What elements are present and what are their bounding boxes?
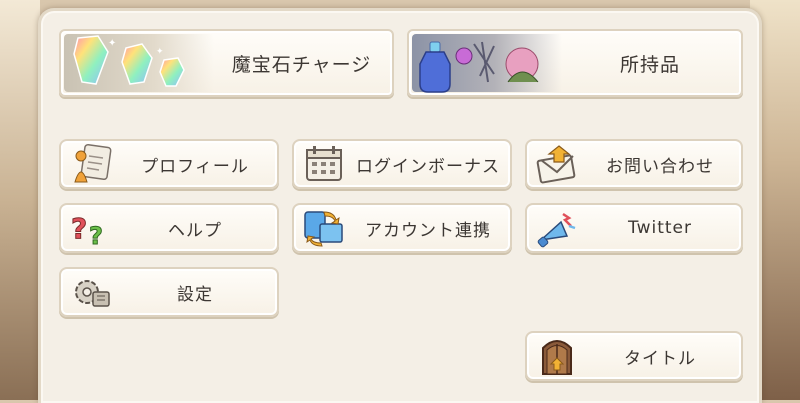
- inventory-button[interactable]: 所持品: [407, 29, 743, 97]
- megaphone-icon: [537, 212, 576, 248]
- twitter-button[interactable]: Twitter: [525, 203, 743, 253]
- inventory-label: 所持品: [619, 53, 680, 76]
- title-label: タイトル: [624, 348, 696, 369]
- contact-button[interactable]: お問い合わせ: [525, 139, 743, 189]
- mail-icon: [536, 145, 576, 184]
- twitter-label: Twitter: [628, 218, 692, 238]
- help-label: ヘルプ: [168, 220, 222, 241]
- svg-text:?: ?: [71, 212, 87, 245]
- question-marks-icon: ? ?: [71, 212, 104, 251]
- login-bonus-label: ログインボーナス: [356, 156, 500, 177]
- background-left: [0, 0, 40, 400]
- account-link-button[interactable]: アカウント連携: [292, 203, 512, 253]
- contact-label: お問い合わせ: [606, 156, 714, 177]
- profile-card-icon: [74, 143, 112, 183]
- settings-label: 設定: [177, 284, 213, 305]
- door-icon: [542, 340, 572, 375]
- login-bonus-button[interactable]: ログインボーナス: [292, 139, 512, 189]
- svg-text:?: ?: [89, 222, 103, 250]
- calendar-icon: [306, 146, 342, 181]
- menu-panel: ✦ ✦ 魔宝石チャージ 所持品 プロフィール ログインボーナス お問い合わせ ?…: [38, 8, 762, 403]
- account-link-icon: [304, 211, 343, 247]
- svg-text:✦: ✦: [156, 47, 164, 57]
- profile-label: プロフィール: [141, 156, 249, 177]
- gem-charge-label: 魔宝石チャージ: [231, 53, 372, 76]
- svg-text:✦: ✦: [108, 38, 116, 49]
- settings-button[interactable]: 設定: [59, 267, 279, 317]
- inventory-art: [412, 34, 562, 93]
- profile-button[interactable]: プロフィール: [59, 139, 279, 189]
- title-button[interactable]: タイトル: [525, 331, 743, 381]
- potion-items-icon: [419, 41, 539, 93]
- rainbow-gem-icon: ✦ ✦: [73, 35, 185, 87]
- account-link-label: アカウント連携: [365, 220, 491, 241]
- gear-icon: [75, 280, 110, 307]
- gem-charge-button[interactable]: ✦ ✦ 魔宝石チャージ: [59, 29, 394, 97]
- gem-charge-art: ✦ ✦: [64, 34, 214, 92]
- help-button[interactable]: ? ? ヘルプ: [59, 203, 279, 253]
